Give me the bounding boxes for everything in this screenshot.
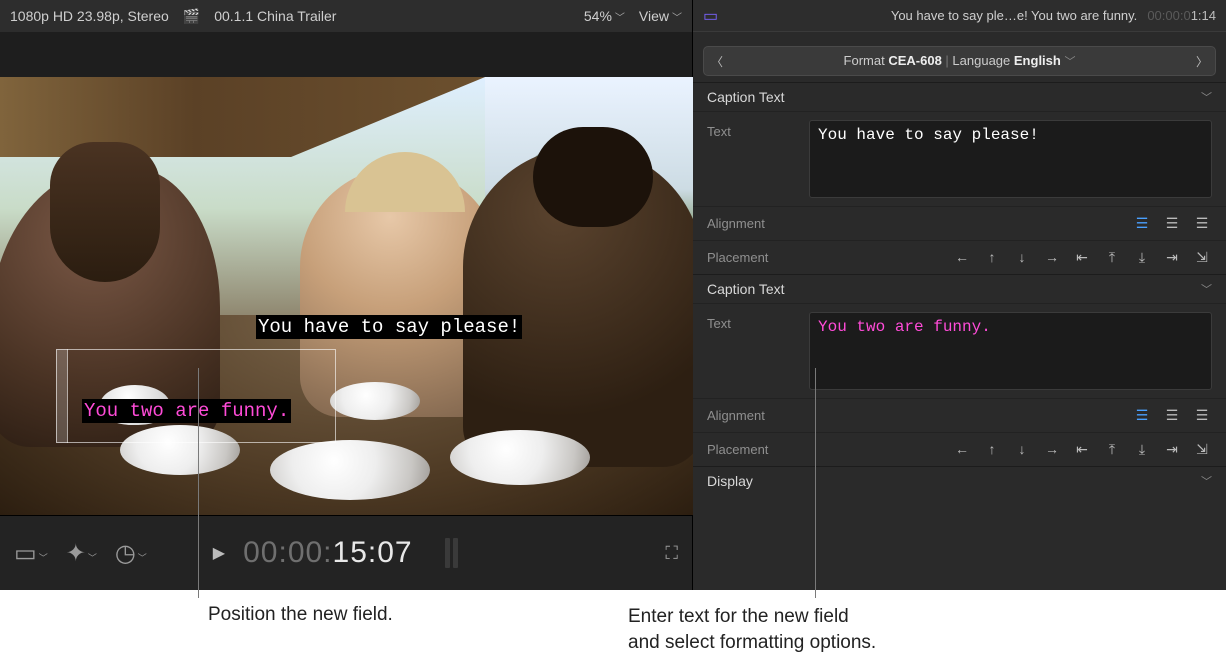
caption-text-section-2[interactable]: Caption Text ﹀ [693, 274, 1226, 303]
alignment-label: Alignment [707, 216, 797, 231]
timecode-hot: 15:07 [333, 536, 413, 569]
edge-right-icon[interactable]: ⇥ [1162, 249, 1182, 266]
callout-left: Position the new field. [208, 604, 508, 655]
alignment-buttons-2: ☰ ☰ ☰ [809, 407, 1212, 424]
annotation-callouts: Position the new field. Enter text for t… [0, 590, 1226, 655]
text-row-2: Text [693, 303, 1226, 398]
fullscreen-button[interactable]: ⛶ [665, 543, 678, 564]
display-section[interactable]: Display ﹀ [693, 466, 1226, 495]
caption-overlay-1[interactable]: You have to say please! [256, 315, 522, 339]
caption-move-handle[interactable] [56, 349, 68, 443]
audio-meter [445, 538, 458, 568]
alignment-label: Alignment [707, 408, 797, 423]
inspector-timecode: 00:00:01:14 [1147, 8, 1216, 23]
zoom-dropdown[interactable]: 54% ﹀ [584, 8, 625, 24]
edge-left-icon[interactable]: ⇤ [1072, 441, 1092, 458]
placement-buttons-2: ← ↑ ↓ → ⇤ ⤒ ⤓ ⇥ ⇲ [809, 441, 1212, 458]
format-language-bar: 〈 Format CEA-608 | Language English ﹀ 〉 [703, 46, 1216, 76]
align-right-icon[interactable]: ☰ [1192, 407, 1212, 424]
align-right-icon[interactable]: ☰ [1192, 215, 1212, 232]
placement-label: Placement [707, 442, 797, 457]
alignment-row-2: Alignment ☰ ☰ ☰ [693, 398, 1226, 432]
viewer-header: 1080p HD 23.98p, Stereo 🎬 00.1.1 China T… [0, 0, 692, 32]
align-center-icon[interactable]: ☰ [1162, 215, 1182, 232]
center-icon[interactable]: ⇲ [1192, 441, 1212, 458]
chevron-down-icon: ﹀ [1201, 281, 1212, 297]
edge-top-icon[interactable]: ⤒ [1102, 441, 1122, 458]
edge-bottom-icon[interactable]: ⤓ [1132, 441, 1152, 458]
caption-field-box[interactable] [56, 349, 336, 443]
placement-row-1: Placement ← ↑ ↓ → ⇤ ⤒ ⤓ ⇥ ⇲ [693, 240, 1226, 274]
app-window: 1080p HD 23.98p, Stereo 🎬 00.1.1 China T… [0, 0, 1226, 590]
retime-menu[interactable]: ◷﹀ [115, 539, 147, 568]
text-label: Text [707, 120, 797, 139]
nudge-right-icon[interactable]: → [1042, 249, 1062, 266]
alignment-buttons-1: ☰ ☰ ☰ [809, 215, 1212, 232]
nudge-down-icon[interactable]: ↓ [1012, 441, 1032, 458]
viewer-pane: 1080p HD 23.98p, Stereo 🎬 00.1.1 China T… [0, 0, 693, 590]
nudge-left-icon[interactable]: ← [952, 249, 972, 266]
edge-right-icon[interactable]: ⇥ [1162, 441, 1182, 458]
effects-menu[interactable]: ✦﹀ [66, 539, 97, 568]
inspector-header: ▭ You have to say ple…e! You two are fun… [693, 0, 1226, 32]
format-info: 1080p HD 23.98p, Stereo [10, 8, 169, 24]
prev-caption-button[interactable]: 〈 [704, 53, 730, 70]
nudge-up-icon[interactable]: ↑ [982, 249, 1002, 266]
chevron-down-icon: ﹀ [615, 9, 625, 24]
placement-row-2: Placement ← ↑ ↓ → ⇤ ⤒ ⤓ ⇥ ⇲ [693, 432, 1226, 466]
clapperboard-icon[interactable]: 🎬 [183, 8, 200, 25]
chevron-down-icon: ﹀ [1201, 473, 1212, 489]
text-label: Text [707, 312, 797, 331]
timecode-dim: 00:00: [243, 536, 332, 569]
caption-icon[interactable]: ▭ [703, 6, 718, 26]
view-dropdown[interactable]: View ﹀ [639, 8, 682, 24]
center-icon[interactable]: ⇲ [1192, 249, 1212, 266]
nudge-up-icon[interactable]: ↑ [982, 441, 1002, 458]
annotation-leader-2 [815, 368, 816, 598]
edge-left-icon[interactable]: ⇤ [1072, 249, 1092, 266]
chevron-down-icon: ﹀ [1201, 89, 1212, 105]
play-button[interactable]: ▶ [213, 543, 225, 563]
align-left-icon[interactable]: ☰ [1132, 407, 1152, 424]
format-language-dropdown[interactable]: Format CEA-608 | Language English ﹀ [730, 53, 1189, 69]
view-label: View [639, 8, 669, 24]
next-caption-button[interactable]: 〉 [1189, 53, 1215, 70]
text-row-1: Text [693, 111, 1226, 206]
inspector-pane: ▭ You have to say ple…e! You two are fun… [693, 0, 1226, 590]
caption-summary: You have to say ple…e! You two are funny… [728, 8, 1137, 23]
edge-top-icon[interactable]: ⤒ [1102, 249, 1122, 266]
viewer-toolbar: ▭﹀ ✦﹀ ◷﹀ ▶ 00:00:15:07 ⛶ [0, 515, 692, 590]
caption-text-input-2[interactable] [809, 312, 1212, 390]
chevron-down-icon: ﹀ [1064, 56, 1075, 68]
caption-text-input-1[interactable] [809, 120, 1212, 198]
viewer-top-gap [0, 32, 692, 77]
placement-label: Placement [707, 250, 797, 265]
callout-right: Enter text for the new field and select … [628, 604, 1098, 655]
chevron-down-icon: ﹀ [672, 9, 682, 24]
nudge-right-icon[interactable]: → [1042, 441, 1062, 458]
placement-buttons-1: ← ↑ ↓ → ⇤ ⤒ ⤓ ⇥ ⇲ [809, 249, 1212, 266]
clip-name[interactable]: 00.1.1 China Trailer [214, 8, 336, 24]
align-left-icon[interactable]: ☰ [1132, 215, 1152, 232]
caption-overlay-2[interactable]: You two are funny. [82, 399, 291, 423]
nudge-down-icon[interactable]: ↓ [1012, 249, 1032, 266]
video-viewer[interactable]: You have to say please! You two are funn… [0, 77, 693, 515]
zoom-value: 54% [584, 8, 612, 24]
alignment-row-1: Alignment ☰ ☰ ☰ [693, 206, 1226, 240]
timecode-display[interactable]: 00:00:15:07 [243, 536, 413, 570]
nudge-left-icon[interactable]: ← [952, 441, 972, 458]
caption-text-section-1[interactable]: Caption Text ﹀ [693, 82, 1226, 111]
layout-menu[interactable]: ▭﹀ [14, 539, 48, 568]
align-center-icon[interactable]: ☰ [1162, 407, 1182, 424]
edge-bottom-icon[interactable]: ⤓ [1132, 249, 1152, 266]
annotation-leader-1 [198, 368, 199, 598]
